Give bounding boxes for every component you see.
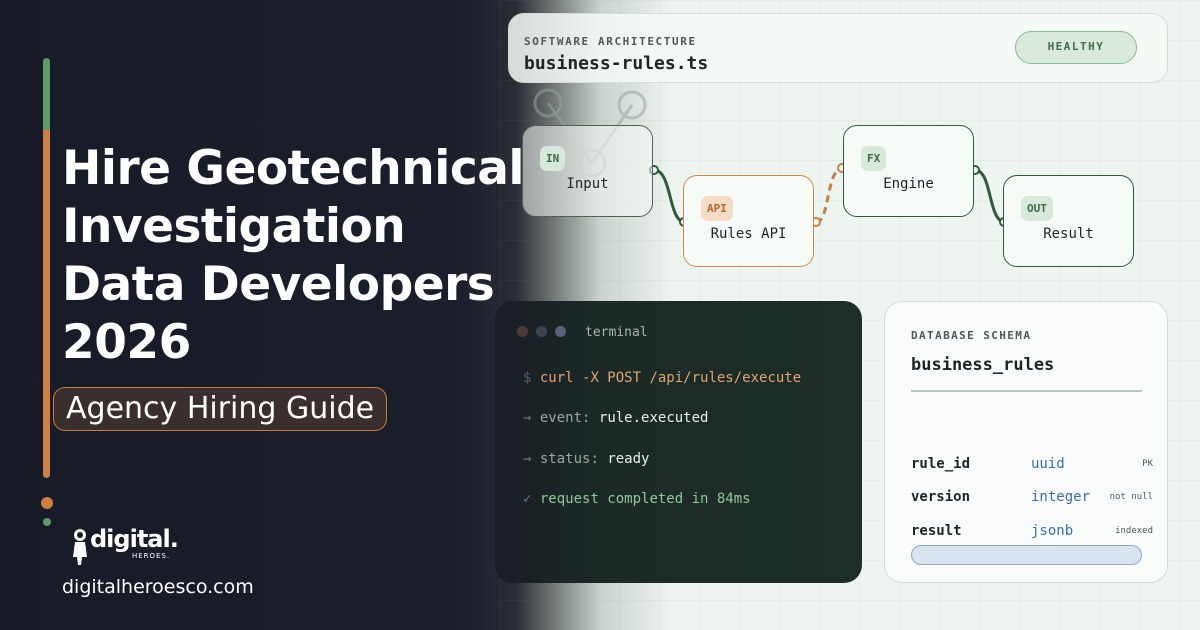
highlight-bar (911, 545, 1142, 565)
table-row: rule_id uuid PK (911, 456, 1153, 476)
flow-node-engine: FX Engine (843, 125, 974, 217)
flow-node-rules-api: API Rules API (683, 175, 814, 267)
terminal-panel: terminal $ curl -X POST /api/rules/execu… (495, 301, 862, 583)
schema-eyebrow: DATABASE SCHEMA (911, 329, 1032, 342)
window-dot-icon (555, 326, 566, 337)
column-type: jsonb (1031, 523, 1074, 539)
node-label-rules-api: Rules API (710, 226, 787, 242)
node-tag-out: OUT (1021, 196, 1053, 221)
column-name: version (911, 489, 971, 505)
status-value: ready (607, 451, 650, 467)
node-tag-api: API (701, 196, 733, 221)
column-note: not null (1109, 492, 1153, 502)
command-text: curl -X POST /api/rules/execute (539, 370, 802, 386)
check-icon: ✓ (523, 491, 532, 507)
terminal-line-event: → event: rule.executed (523, 410, 708, 426)
node-label-input: Input (566, 176, 609, 192)
table-row: version integer not null (911, 489, 1153, 509)
arrow-icon: → (523, 410, 532, 426)
column-type: integer (1031, 489, 1091, 505)
divider (911, 390, 1142, 392)
column-name: result (911, 523, 962, 539)
table-row: result jsonb indexed (911, 523, 1153, 543)
schema-table-name: business_rules (911, 355, 1055, 375)
database-schema-card: DATABASE SCHEMA business_rules rule_id u… (884, 301, 1168, 583)
node-tag-fx: FX (861, 146, 887, 171)
node-label-engine: Engine (883, 176, 934, 192)
done-text: request completed in 84ms (539, 491, 751, 507)
flow-node-result: OUT Result (1003, 175, 1134, 267)
flow-node-input: IN Input (522, 125, 653, 217)
terminal-command: $ curl -X POST /api/rules/execute (523, 370, 801, 386)
node-label-result: Result (1043, 226, 1094, 242)
status-key: status: (539, 451, 599, 467)
window-dot-icon (517, 326, 528, 337)
prompt-symbol: $ (523, 370, 532, 386)
column-note: PK (1142, 459, 1153, 469)
column-note: indexed (1115, 526, 1153, 536)
column-type: uuid (1031, 456, 1065, 472)
terminal-title: terminal (585, 325, 648, 340)
arrow-icon: → (523, 451, 532, 467)
node-tag-in: IN (540, 146, 566, 171)
window-dot-icon (536, 326, 547, 337)
event-key: event: (539, 410, 591, 426)
column-name: rule_id (911, 456, 971, 472)
terminal-line-done: ✓ request completed in 84ms (523, 491, 751, 507)
event-value: rule.executed (598, 410, 709, 426)
terminal-line-status: → status: ready (523, 451, 649, 467)
